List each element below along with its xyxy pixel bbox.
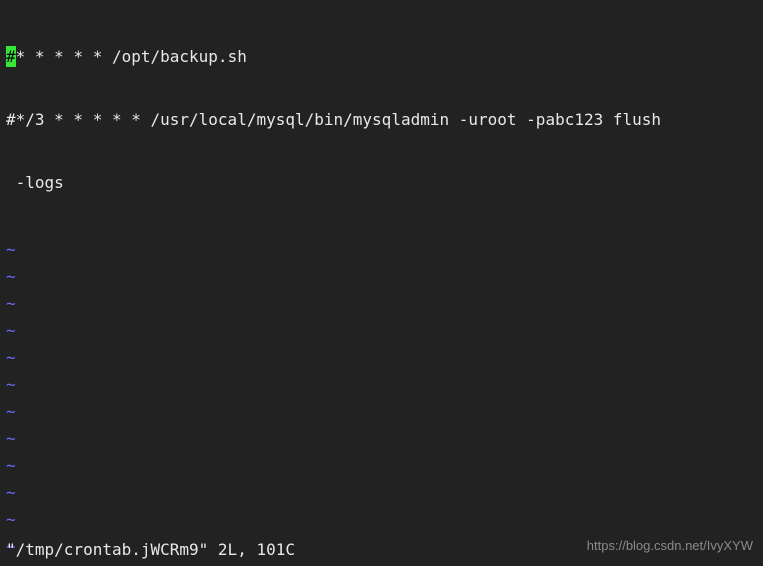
empty-line-tilde: ~: [6, 293, 763, 314]
status-line: "/tmp/crontab.jWCRm9" 2L, 101C: [6, 539, 295, 560]
vi-editor[interactable]: #* * * * * /opt/backup.sh #*/3 * * * * *…: [0, 0, 763, 566]
editor-buffer[interactable]: #* * * * * /opt/backup.sh #*/3 * * * * *…: [0, 0, 763, 235]
empty-line-tilde: ~: [6, 239, 763, 260]
empty-line-tilde: ~: [6, 374, 763, 395]
empty-line-tilde: ~: [6, 455, 763, 476]
file-line-2-wrap: -logs: [6, 172, 757, 193]
empty-lines-area: ~~~~~~~~~~~~~~~~~~: [0, 239, 763, 566]
empty-line-tilde: ~: [6, 266, 763, 287]
empty-line-tilde: ~: [6, 347, 763, 368]
cursor: #: [6, 46, 16, 67]
empty-line-tilde: ~: [6, 482, 763, 503]
watermark-text: https://blog.csdn.net/IvyXYW: [587, 535, 753, 556]
file-line-1: #* * * * * /opt/backup.sh: [6, 46, 757, 67]
line1-text: * * * * * /opt/backup.sh: [16, 47, 247, 66]
file-line-2: #*/3 * * * * * /usr/local/mysql/bin/mysq…: [6, 109, 757, 130]
empty-line-tilde: ~: [6, 509, 763, 530]
empty-line-tilde: ~: [6, 401, 763, 422]
empty-line-tilde: ~: [6, 428, 763, 449]
empty-line-tilde: ~: [6, 320, 763, 341]
